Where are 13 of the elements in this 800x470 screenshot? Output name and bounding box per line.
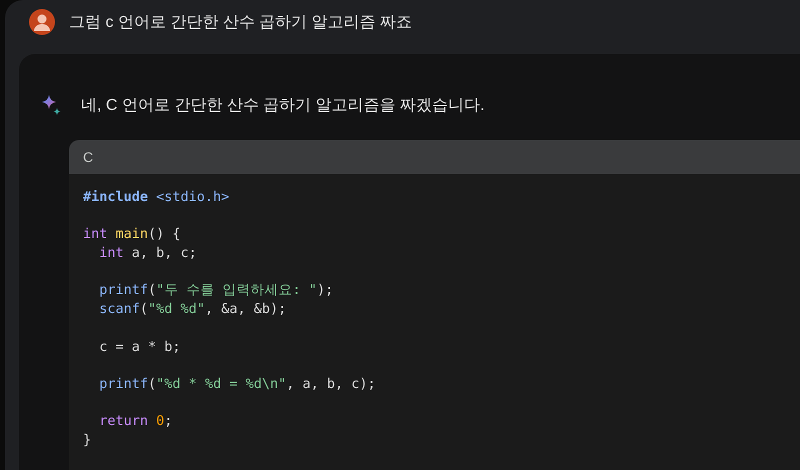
- prompt-text: 그럼 c 언어로 간단한 산수 곱하기 알고리즘 짜죠: [69, 12, 412, 32]
- code-line: return 0;: [98, 412, 174, 432]
- code-line: }: [83, 431, 92, 450]
- code-line: c = a * b;: [98, 338, 182, 356]
- response-text: 네, C 언어로 간단한 산수 곱하기 알고리즘을 짜겠습니다.: [81, 96, 485, 116]
- code-line: printf("두 수를 입력하세요: ");: [98, 281, 334, 300]
- code-line: scanf("%d %d", &a, &b);: [98, 300, 288, 319]
- code-line: int a, b, c;: [98, 244, 198, 263]
- user-avatar-icon: [29, 9, 55, 35]
- code-line: printf("%d * %d = %d\n", a, b, c);: [98, 374, 377, 394]
- code-line: int main() {: [83, 225, 182, 244]
- code-line: #include <stdio.h>: [83, 188, 230, 207]
- code-language-label: C: [69, 140, 800, 174]
